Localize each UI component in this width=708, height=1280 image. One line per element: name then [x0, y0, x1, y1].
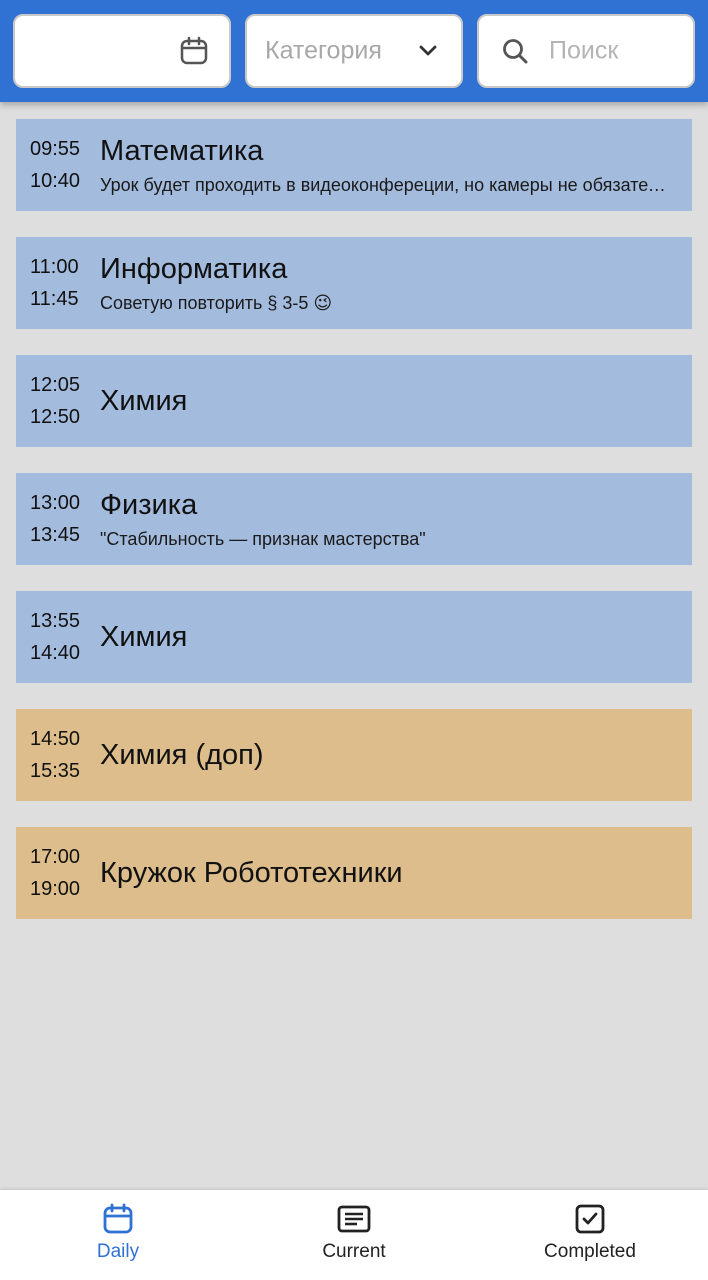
lesson-card[interactable]: 11:00 11:45 Информатика Советую повторит…	[16, 237, 692, 329]
lesson-end-time: 13:45	[30, 524, 81, 546]
lesson-end-time: 15:35	[30, 760, 81, 782]
lesson-content: Информатика Советую повторить § 3-5 😉	[96, 251, 692, 315]
lesson-times: 17:00 19:00	[16, 845, 96, 901]
lesson-content: Физика "Стабильность — признак мастерств…	[96, 487, 692, 551]
lesson-content: Кружок Робототехники	[96, 855, 692, 891]
list-icon	[337, 1203, 371, 1235]
lesson-times: 11:00 11:45	[16, 255, 96, 311]
nav-tab-completed[interactable]: Completed	[472, 1190, 708, 1280]
lesson-start-time: 13:00	[30, 492, 81, 514]
nav-label-daily: Daily	[96, 1241, 140, 1262]
checkbox-icon	[574, 1203, 606, 1235]
lesson-note: Советую повторить § 3-5 😉	[100, 293, 333, 313]
lesson-start-time: 17:00	[30, 846, 81, 868]
lesson-end-time: 12:50	[30, 406, 81, 428]
date-picker-field[interactable]	[13, 14, 231, 88]
lesson-start-time: 12:05	[30, 374, 81, 396]
lesson-title: Математика	[100, 135, 264, 167]
lesson-card[interactable]: 13:55 14:40 Химия	[16, 591, 692, 683]
nav-label-current: Current	[322, 1241, 386, 1262]
lesson-start-time: 11:00	[30, 256, 79, 278]
lesson-title: Физика	[100, 489, 198, 521]
nav-tab-daily[interactable]: Daily	[0, 1190, 236, 1280]
chevron-down-icon	[417, 40, 439, 62]
lesson-card[interactable]: 13:00 13:45 Физика "Стабильность — призн…	[16, 473, 692, 565]
category-select[interactable]: Категория	[245, 14, 463, 88]
lesson-times: 13:55 14:40	[16, 609, 96, 665]
lesson-card[interactable]: 12:05 12:50 Химия	[16, 355, 692, 447]
lesson-end-time: 19:00	[30, 878, 81, 900]
lesson-start-time: 14:50	[30, 728, 81, 750]
calendar-icon	[102, 1203, 134, 1235]
lesson-end-time: 14:40	[30, 642, 81, 664]
lesson-note: "Стабильность — признак мастерства"	[100, 529, 426, 549]
lesson-times: 09:55 10:40	[16, 137, 96, 193]
lesson-title: Кружок Робототехники	[100, 857, 403, 889]
lesson-end-time: 10:40	[30, 170, 81, 192]
lesson-title: Информатика	[100, 253, 288, 285]
lesson-content: Математика Урок будет проходить в видеок…	[96, 133, 692, 197]
search-input[interactable]: Поиск	[549, 37, 618, 66]
nav-label-completed: Completed	[544, 1241, 636, 1262]
lesson-title: Химия	[100, 621, 188, 653]
calendar-icon[interactable]	[179, 36, 209, 66]
lesson-times: 12:05 12:50	[16, 373, 96, 429]
search-field[interactable]: Поиск	[477, 14, 695, 88]
lesson-times: 14:50 15:35	[16, 727, 96, 783]
lesson-times: 13:00 13:45	[16, 491, 96, 547]
lesson-title: Химия (доп)	[100, 739, 264, 771]
lesson-card[interactable]: 09:55 10:40 Математика Урок будет проход…	[16, 119, 692, 211]
top-toolbar: Категория Поиск	[0, 0, 708, 102]
lesson-content: Химия (доп)	[96, 737, 692, 773]
lesson-note: Урок будет проходить в видеоконфереции, …	[100, 175, 691, 195]
bottom-navigation: Daily Current Completed	[0, 1190, 708, 1280]
lesson-end-time: 11:45	[30, 288, 79, 310]
lesson-content: Химия	[96, 619, 692, 655]
lesson-title: Химия	[100, 385, 188, 417]
search-icon	[501, 37, 529, 65]
category-placeholder: Категория	[265, 36, 382, 65]
lesson-list: 09:55 10:40 Математика Урок будет проход…	[16, 119, 692, 945]
lesson-card-extra[interactable]: 14:50 15:35 Химия (доп)	[16, 709, 692, 801]
lesson-start-time: 09:55	[30, 138, 81, 160]
lesson-card-extra[interactable]: 17:00 19:00 Кружок Робототехники	[16, 827, 692, 919]
nav-tab-current[interactable]: Current	[236, 1190, 472, 1280]
lesson-start-time: 13:55	[30, 610, 81, 632]
lesson-content: Химия	[96, 383, 692, 419]
